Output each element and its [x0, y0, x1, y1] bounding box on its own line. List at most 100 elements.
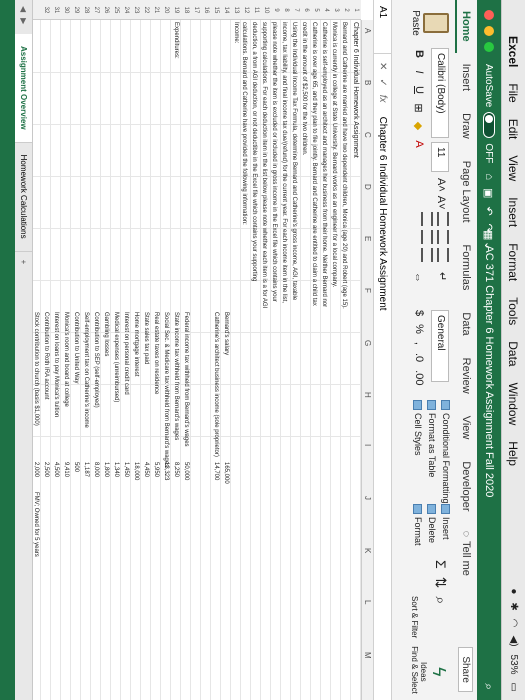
share-button[interactable]: Share: [458, 647, 474, 692]
row-number[interactable]: 21: [153, 0, 159, 20]
menu-insert[interactable]: Insert: [507, 189, 521, 235]
expenditure-item-label[interactable]: Gambling losses: [103, 312, 109, 356]
name-box[interactable]: A1: [373, 0, 392, 54]
row-number[interactable]: 3: [333, 0, 339, 20]
menu-window[interactable]: Window: [507, 375, 521, 434]
income-item-label[interactable]: Catherine's architect business income (s…: [213, 312, 219, 457]
wifi-icon[interactable]: ◠: [508, 619, 519, 628]
battery-percent[interactable]: 53%: [508, 655, 519, 675]
sort-filter-icon[interactable]: ⇅: [432, 577, 449, 589]
add-sheet-icon[interactable]: +: [19, 252, 28, 273]
next-sheet-icon[interactable]: ▶: [19, 18, 28, 24]
menu-edit[interactable]: Edit: [507, 111, 521, 148]
row-number[interactable]: 11: [253, 0, 259, 20]
column-header[interactable]: B: [363, 80, 372, 85]
menu-tools[interactable]: Tools: [507, 289, 521, 333]
row-number[interactable]: 4: [323, 0, 329, 20]
tab-home[interactable]: Home: [455, 0, 477, 53]
row-number[interactable]: 7: [293, 0, 299, 20]
battery-icon[interactable]: ▭: [508, 683, 519, 692]
align-bottom-icon[interactable]: [437, 248, 449, 262]
align-right-icon[interactable]: [421, 248, 433, 262]
font-name-select[interactable]: Calibri (Body): [431, 48, 449, 138]
bluetooth-icon[interactable]: ✱: [508, 602, 519, 610]
row-number[interactable]: 13: [233, 0, 239, 20]
merge-center-icon[interactable]: ⇔: [412, 272, 424, 283]
cell-a2-paragraph[interactable]: Bernard and Catherine are married and ha…: [299, 22, 349, 312]
conditional-formatting-button[interactable]: Conditional Formatting: [441, 400, 451, 504]
expenditure-item-value[interactable]: 9,410: [63, 462, 69, 477]
expenditure-item-label[interactable]: Contribution to United Way: [73, 312, 79, 383]
cancel-icon[interactable]: ✕: [377, 62, 388, 70]
menu-help[interactable]: Help: [507, 433, 521, 474]
row-number[interactable]: 28: [83, 0, 89, 20]
column-header[interactable]: D: [363, 184, 372, 190]
income-item-value[interactable]: 14,700: [213, 462, 219, 480]
expenditure-item-value[interactable]: 4,450: [143, 462, 149, 477]
underline-icon[interactable]: U: [412, 84, 425, 96]
column-header[interactable]: L: [363, 600, 372, 604]
income-item-value[interactable]: 165,000: [223, 462, 229, 484]
expenditure-item-value[interactable]: 1,450: [123, 462, 129, 477]
autosum-icon[interactable]: Σ: [432, 560, 449, 569]
expenditure-item-label[interactable]: Contribution to Roth IRA account: [43, 312, 49, 399]
row-number[interactable]: 12: [243, 0, 249, 20]
format-as-table-button[interactable]: Format as Table: [427, 400, 437, 504]
expenditure-item-value[interactable]: 2,500: [43, 462, 49, 477]
tab-insert[interactable]: Insert: [455, 53, 477, 103]
tab-formulas[interactable]: Formulas: [455, 234, 477, 302]
expenditure-item-value[interactable]: 18,000: [133, 462, 139, 480]
undo-icon[interactable]: ↶: [483, 206, 496, 215]
column-header[interactable]: M: [363, 652, 372, 659]
row-number[interactable]: 2: [343, 0, 349, 20]
decrease-decimal-icon[interactable]: .00: [413, 370, 425, 385]
tab-data[interactable]: Data: [455, 301, 477, 346]
tell-me-box[interactable]: ◌ Tell me: [460, 523, 472, 584]
minimize-window-button[interactable]: [484, 26, 494, 36]
row-number[interactable]: 8: [283, 0, 289, 20]
zoom-window-button[interactable]: [484, 42, 494, 52]
row-number[interactable]: 16: [203, 0, 209, 20]
save-icon[interactable]: ▣: [483, 188, 496, 198]
worksheet-grid[interactable]: A B C D E F G H I J K L M 1 2 3 4 5 6 7 8 9 10 11 1…: [33, 0, 373, 700]
tab-page-layout[interactable]: Page Layout: [455, 150, 477, 234]
expenditure-item-value[interactable]: 4,500: [53, 462, 59, 477]
cell-a4-paragraph[interactable]: Using the Individual Income Tax Formula,…: [239, 22, 299, 312]
paste-button[interactable]: Paste: [399, 6, 451, 40]
row-number[interactable]: 18: [183, 0, 189, 20]
align-top-icon[interactable]: [437, 212, 449, 226]
autosave-control[interactable]: AutoSave OFF: [483, 64, 495, 163]
row-number[interactable]: 24: [123, 0, 129, 20]
increase-decimal-icon[interactable]: .0: [413, 353, 425, 362]
italic-icon[interactable]: I: [412, 66, 425, 78]
row-number[interactable]: 32: [43, 0, 49, 20]
home-icon[interactable]: ⌂: [483, 173, 496, 180]
bold-icon[interactable]: B: [412, 48, 425, 60]
tab-draw[interactable]: Draw: [455, 102, 477, 150]
column-header[interactable]: F: [363, 288, 372, 293]
expenditure-item-label[interactable]: Self-employment tax on Catherine's incom…: [83, 312, 89, 428]
expenditure-item-label[interactable]: Social Sec. & Medicare tax withheld from…: [163, 312, 169, 467]
expenditure-item-label[interactable]: Contribution to SEP (self-employed): [93, 312, 99, 408]
wrap-text-icon[interactable]: ↵: [436, 272, 449, 283]
row-number[interactable]: 29: [73, 0, 79, 20]
expenditure-item-value[interactable]: 1,340: [113, 462, 119, 477]
find-select-label[interactable]: Find & Select: [410, 646, 419, 694]
expenditure-item-value[interactable]: 1,800: [103, 462, 109, 477]
column-header[interactable]: A: [363, 28, 372, 33]
expenditure-item-value[interactable]: 5,950: [153, 462, 159, 477]
percent-icon[interactable]: %: [413, 324, 425, 334]
row-number[interactable]: 23: [133, 0, 139, 20]
currency-icon[interactable]: $: [413, 310, 425, 316]
record-icon[interactable]: ●: [508, 588, 519, 594]
tab-view[interactable]: View: [455, 405, 477, 451]
volume-icon[interactable]: ◀): [508, 636, 519, 647]
expenditures-label[interactable]: Expenditures:: [173, 22, 179, 59]
expenditure-item-value[interactable]: 50,000: [183, 462, 189, 480]
row-number[interactable]: 14: [223, 0, 229, 20]
ideas-button[interactable]: ϟ Ideas: [419, 662, 449, 682]
expenditure-item-label[interactable]: State sales tax paid: [143, 312, 149, 364]
close-window-button[interactable]: [484, 10, 494, 20]
row-number[interactable]: 9: [273, 0, 279, 20]
menu-excel[interactable]: Excel: [507, 28, 521, 75]
